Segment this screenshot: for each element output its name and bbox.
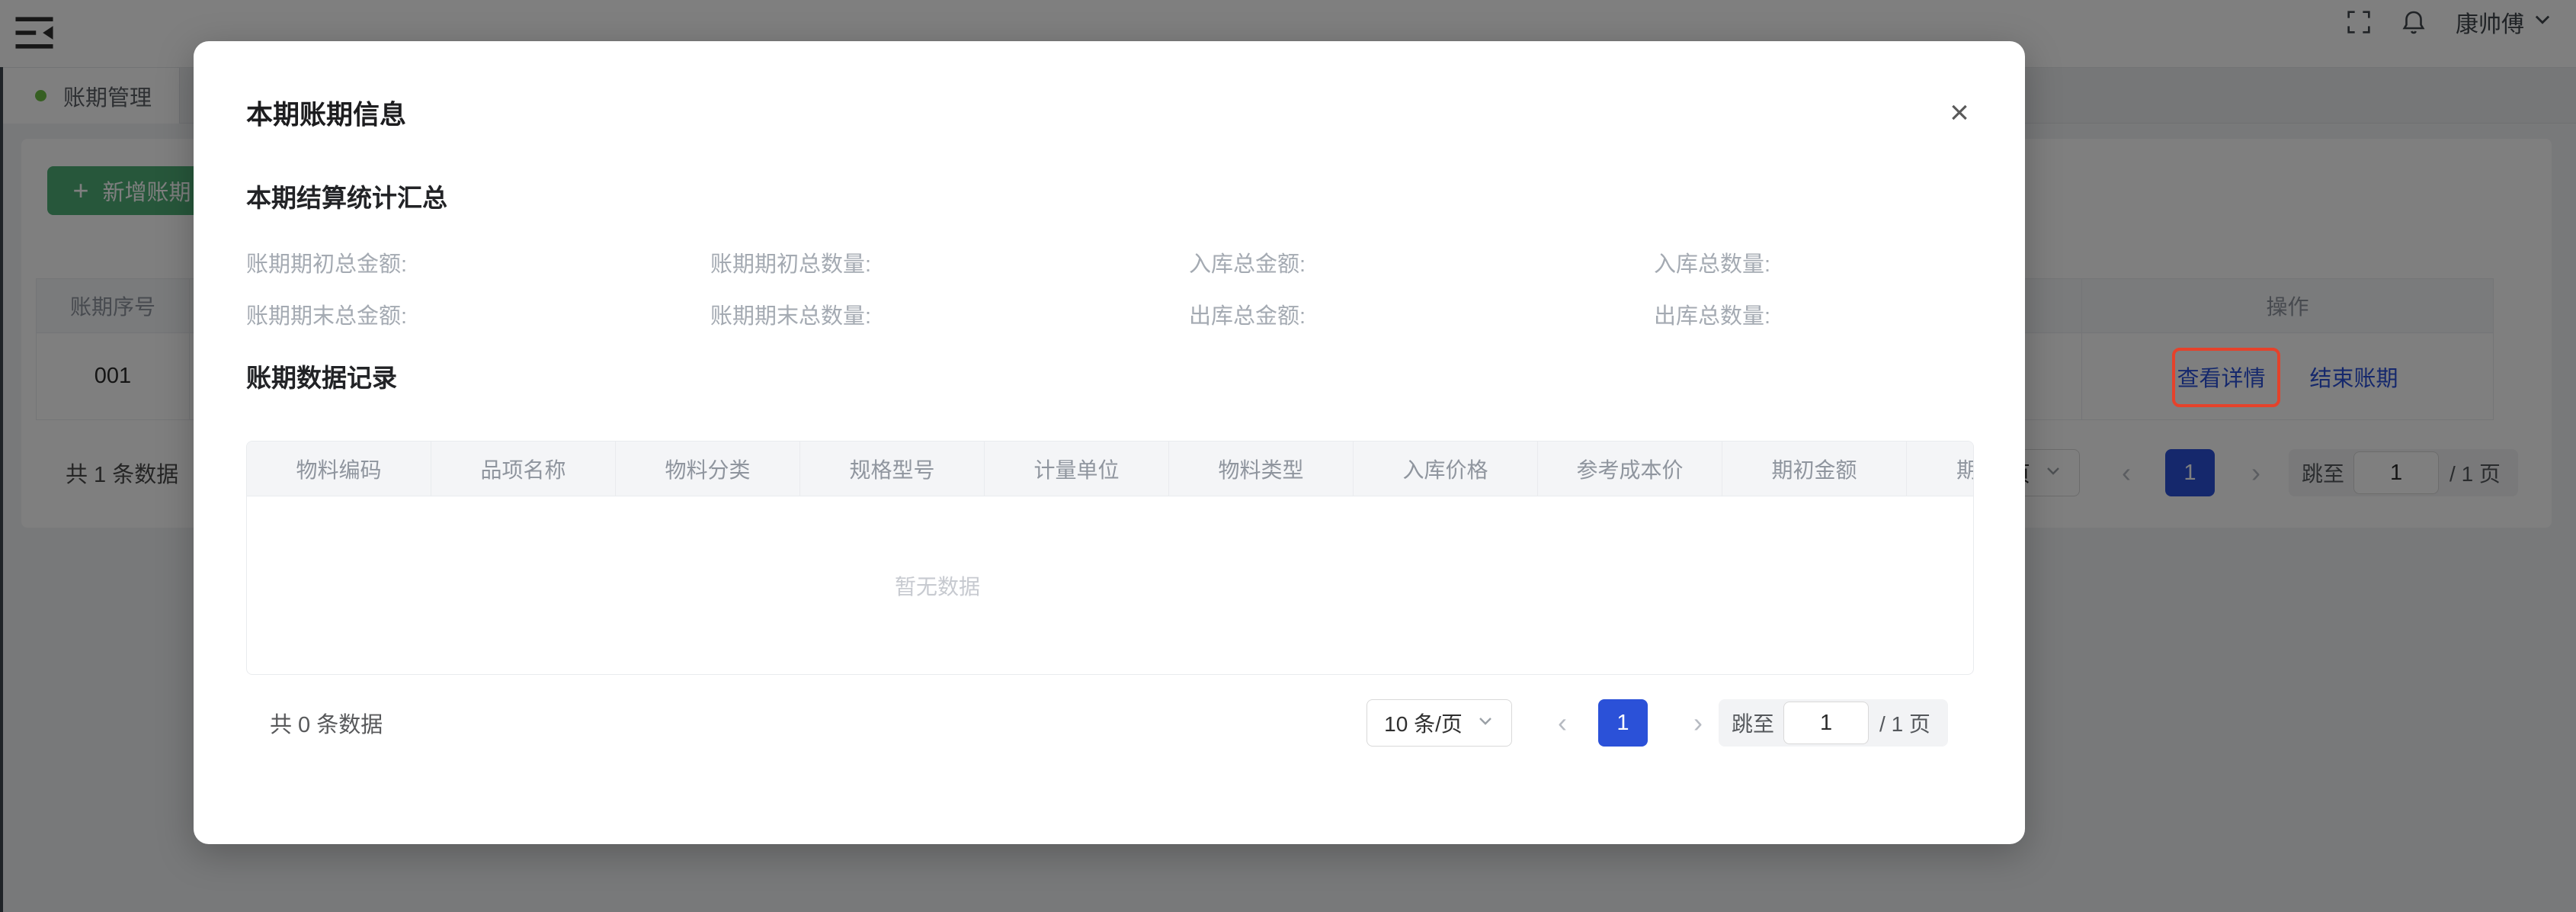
records-heading: 账期数据记录 [246,358,397,394]
stat-label: 出库总数量: [1654,300,1972,333]
records-prev-page-button[interactable]: ‹ [1547,699,1578,747]
screen: 康帅傅 账期管理 + 新增账期 账期序号 [0,0,2576,912]
column-header: 入库价格 [1354,442,1538,496]
chevron-down-icon [1476,711,1495,735]
column-header: 物料编码 [247,442,431,496]
records-page-jumper: 跳至 / 1 页 [1719,699,1948,747]
column-header: 计量单位 [985,442,1169,496]
stat-label: 账期期初总金额: [246,248,710,281]
column-header: 参考成本价 [1538,442,1722,496]
jump-label: 跳至 [1732,708,1774,738]
stat-label: 入库总金额: [1189,248,1654,281]
records-next-page-button[interactable]: › [1683,699,1713,747]
column-header: 规格型号 [800,442,985,496]
summary-stats: 账期期初总金额: 账期期初总数量: 入库总金额: 入库总数量: 账期期末总金额:… [246,248,1972,333]
stat-label: 入库总数量: [1654,248,1972,281]
empty-state-text: 暂无数据 [895,570,980,601]
click-highlight-box [2172,348,2280,407]
column-header: 期初金额 [1722,442,1907,496]
column-header: 物料分类 [616,442,800,496]
stat-label: 账期期初总数量: [710,248,1189,281]
column-header: 物料类型 [1169,442,1354,496]
column-header: 期初数量 [1907,442,1974,496]
records-table: 物料编码 品项名称 物料分类 规格型号 计量单位 物料类型 入库价格 参考成本价… [246,441,1974,675]
records-total-count: 共 0 条数据 [270,707,383,739]
modal-title: 本期账期信息 [246,94,406,133]
records-table-body: 暂无数据 [247,496,1973,674]
total-pages: / 1 页 [1879,708,1930,738]
records-jump-page-input[interactable] [1783,702,1869,744]
records-page-1-button[interactable]: 1 [1598,699,1648,747]
summary-heading: 本期结算统计汇总 [246,178,447,214]
stat-label: 账期期末总数量: [710,300,1189,333]
stat-label: 账期期末总金额: [246,300,710,333]
period-info-modal: 本期账期信息 × 本期结算统计汇总 账期期初总金额: 账期期初总数量: 入库总金… [194,41,2025,844]
page-size-value: 10 条/页 [1384,708,1463,738]
stat-label: 出库总金额: [1189,300,1654,333]
records-table-header: 物料编码 品项名称 物料分类 规格型号 计量单位 物料类型 入库价格 参考成本价… [247,442,1974,496]
records-page-size-select[interactable]: 10 条/页 [1366,699,1512,747]
column-header: 品项名称 [431,442,616,496]
close-icon[interactable]: × [1935,88,1984,137]
